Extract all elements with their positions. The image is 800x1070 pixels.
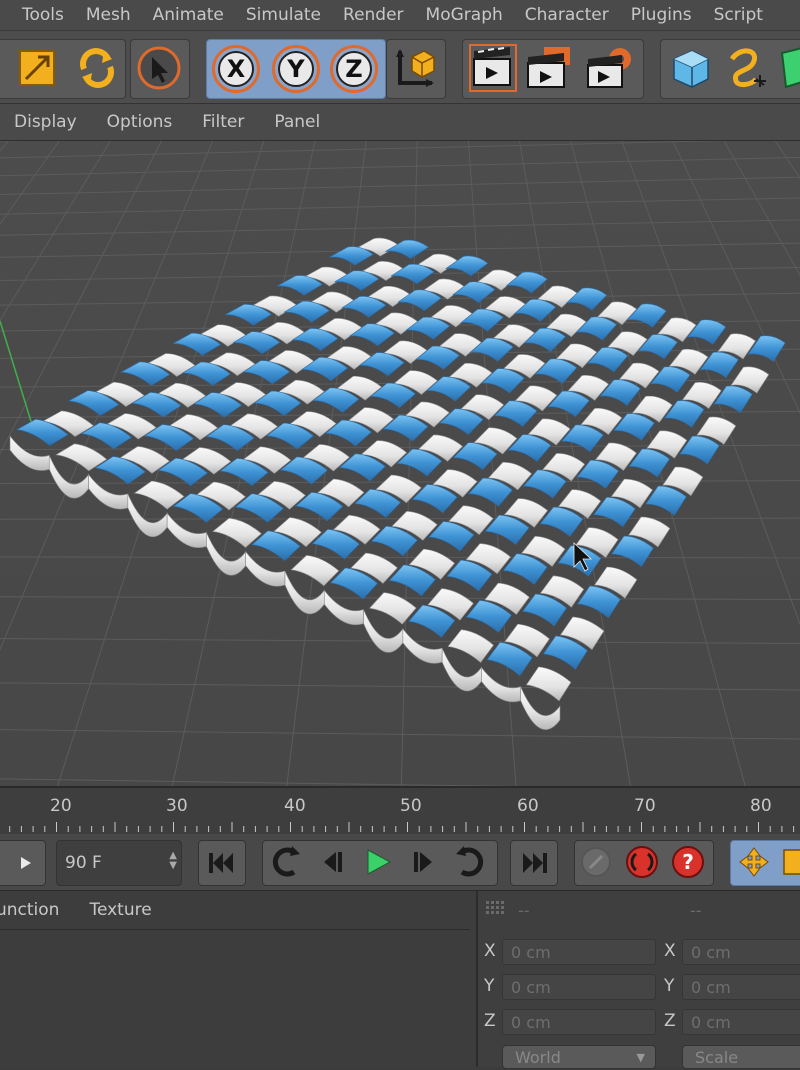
view-menu-display[interactable]: Display [14, 112, 77, 132]
bottom-panels: unction Texture -- -- X 0 cm X 0 cm Y 0 … [0, 890, 800, 1069]
menu-mesh[interactable]: Mesh [86, 5, 131, 25]
position-z-value: 0 cm [511, 1013, 551, 1032]
timeline-ruler[interactable]: 20 30 40 50 60 70 80 [0, 786, 800, 836]
axis-x-label: X [218, 51, 254, 87]
position-y-value: 0 cm [511, 978, 551, 997]
axis-y-label: Y [278, 51, 314, 87]
next-frame-icon [414, 852, 432, 872]
world-coordinate-icon[interactable] [390, 43, 440, 93]
autokey-button[interactable] [622, 844, 662, 880]
play-small-icon [21, 857, 31, 869]
view-menu-filter[interactable]: Filter [202, 112, 244, 132]
scale-tool-icon[interactable] [12, 43, 62, 93]
menu-animate[interactable]: Animate [153, 5, 224, 25]
coord-label-z-right: Z [664, 1011, 676, 1031]
record-position-button[interactable] [576, 844, 616, 880]
view-menu-options[interactable]: Options [107, 112, 173, 132]
play-icon [367, 849, 392, 875]
move-arrows-icon [739, 847, 769, 877]
autokey-icon [626, 846, 658, 878]
size-y-value: 0 cm [691, 978, 731, 997]
timeline-ticks [9, 822, 795, 832]
scale-keys-icon [783, 849, 800, 875]
cube-primitive-icon[interactable] [666, 43, 716, 93]
render-view-icon[interactable] [468, 43, 518, 93]
axis-y-button[interactable]: Y [272, 45, 320, 93]
menu-character[interactable]: Character [525, 5, 609, 25]
next-key-button[interactable] [448, 842, 492, 882]
rotate-tool-icon[interactable] [72, 43, 122, 93]
prev-frame-icon [324, 852, 342, 872]
scale-keys-button[interactable] [778, 844, 800, 880]
menu-mograph[interactable]: MoGraph [426, 5, 503, 25]
dropdown-arrow-icon: ▼ [636, 1051, 645, 1064]
prev-key-button[interactable] [264, 842, 308, 882]
size-mode-value: Scale [695, 1048, 739, 1067]
coords-header-position: -- [518, 901, 530, 920]
position-x-field[interactable]: 0 cm [502, 939, 656, 965]
coords-header-size: -- [690, 901, 702, 920]
material-manager-tabs: unction Texture [0, 891, 470, 930]
prev-key-icon [272, 846, 300, 877]
position-x-value: 0 cm [511, 943, 551, 962]
menu-simulate[interactable]: Simulate [246, 5, 321, 25]
play-button[interactable] [356, 842, 400, 882]
coordinates-panel: -- -- X 0 cm X 0 cm Y 0 cm Y 0 cm Z 0 cm… [476, 891, 800, 1069]
menu-script[interactable]: Script [714, 5, 763, 25]
coord-label-y: Y [484, 976, 495, 996]
goto-start-button[interactable] [198, 840, 246, 886]
nurbs-icon[interactable] [776, 43, 800, 93]
spline-pen-icon[interactable] [722, 43, 772, 93]
live-selection-icon[interactable] [134, 43, 184, 93]
menu-render[interactable]: Render [343, 5, 404, 25]
panel-grip-icon [486, 901, 504, 914]
end-frame-field[interactable]: 90 F ▲ ▼ [56, 840, 182, 886]
size-x-value: 0 cm [691, 943, 731, 962]
menu-tools[interactable]: Tools [22, 5, 64, 25]
size-x-field[interactable]: 0 cm [682, 939, 800, 965]
coordinate-mode-dropdown[interactable]: World ▼ [502, 1045, 656, 1069]
prev-frame-button[interactable] [310, 842, 354, 882]
key-disabled-icon [581, 847, 611, 877]
transport-bar: 90 F ▲ ▼ ? [0, 834, 800, 890]
move-keys-button[interactable] [734, 844, 774, 880]
size-y-field[interactable]: 0 cm [682, 974, 800, 1000]
size-mode-dropdown[interactable]: Scale [682, 1045, 800, 1069]
main-toolbar: X Y Z [0, 31, 800, 104]
menu-bar: Tools Mesh Animate Simulate Render MoGra… [0, 0, 800, 31]
key-help-button[interactable]: ? [668, 844, 708, 880]
goto-start-icon [209, 853, 233, 873]
3d-viewport[interactable] [0, 141, 800, 786]
coord-label-x: X [484, 941, 496, 961]
axis-z-button[interactable]: Z [330, 45, 378, 93]
axis-z-label: Z [336, 51, 372, 87]
render-picture-viewer-icon[interactable] [526, 43, 576, 93]
end-frame-value: 90 F [65, 853, 102, 873]
goto-end-button[interactable] [510, 840, 558, 886]
coord-label-x-right: X [664, 941, 676, 961]
axis-x-button[interactable]: X [212, 45, 260, 93]
question-icon: ? [672, 846, 704, 878]
position-z-field[interactable]: 0 cm [502, 1009, 656, 1035]
size-z-value: 0 cm [691, 1013, 731, 1032]
tab-texture[interactable]: Texture [89, 900, 151, 920]
next-key-icon [456, 846, 484, 877]
viewport-menu: Display Options Filter Panel [0, 104, 800, 141]
coord-label-z: Z [484, 1011, 496, 1031]
menu-plugins[interactable]: Plugins [631, 5, 692, 25]
tab-function[interactable]: unction [0, 900, 59, 920]
next-frame-button[interactable] [402, 842, 446, 882]
render-settings-icon[interactable] [586, 43, 636, 93]
coordinate-mode-value: World [515, 1048, 561, 1067]
view-menu-panel[interactable]: Panel [274, 112, 320, 132]
svg-text:?: ? [682, 850, 694, 874]
size-z-field[interactable]: 0 cm [682, 1009, 800, 1035]
goto-end-icon [523, 853, 547, 873]
frame-arrow-button[interactable] [0, 840, 46, 886]
viewport-canvas[interactable] [0, 141, 800, 786]
coord-label-y-right: Y [664, 976, 675, 996]
stepper-icon: ▲ ▼ [169, 850, 177, 871]
position-y-field[interactable]: 0 cm [502, 974, 656, 1000]
